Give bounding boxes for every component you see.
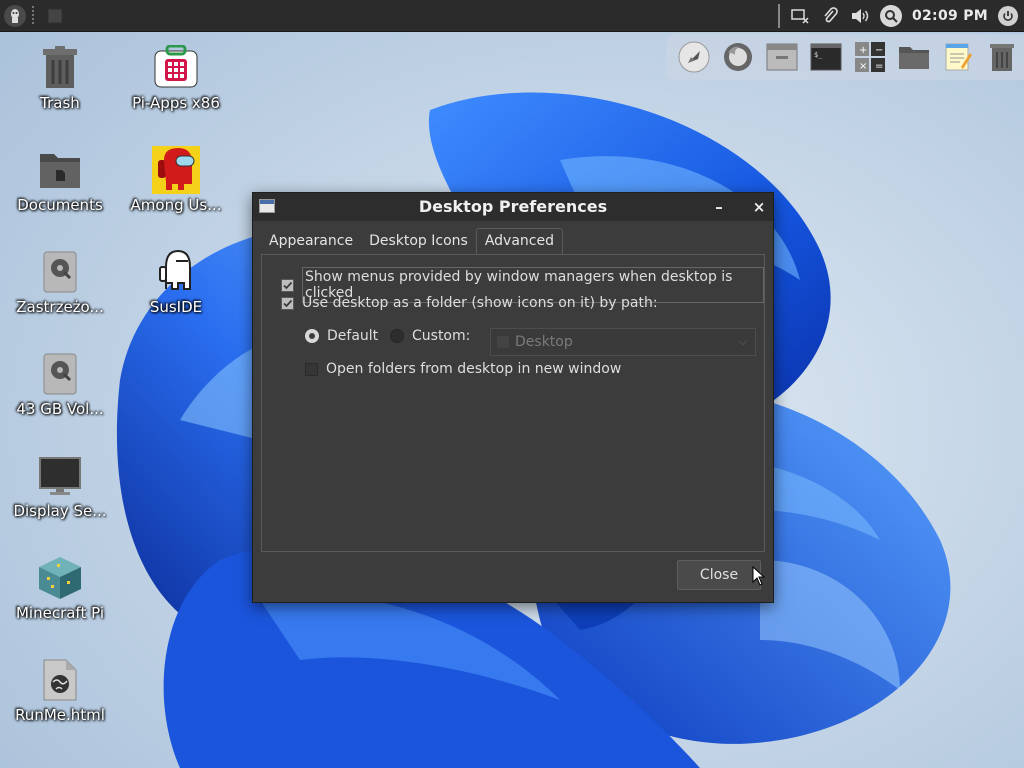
taskbar-stub[interactable] [48, 9, 62, 23]
drive-icon [36, 248, 84, 296]
desktop-preferences-dialog: Desktop Preferences – × Appearance Deskt… [252, 192, 774, 603]
radio-custom-option[interactable]: Custom: [390, 328, 470, 344]
svg-text:×: × [859, 61, 867, 72]
search-icon[interactable] [879, 5, 902, 27]
mouse-cursor-icon [752, 566, 766, 586]
svg-text:=: = [875, 61, 883, 72]
folder-icon [497, 336, 509, 348]
clock[interactable]: 02:09 PM [912, 8, 988, 24]
trash-icon[interactable] [984, 39, 1020, 75]
custom-path-value: Desktop [515, 334, 573, 350]
advanced-tab-panel: Show menus provided by window managers w… [261, 254, 765, 552]
power-icon[interactable] [998, 6, 1018, 26]
folder-icon[interactable] [896, 39, 932, 75]
desktop-icon-label: 43 GB Vol... [16, 400, 104, 418]
tab-desktop-icons[interactable]: Desktop Icons [361, 228, 476, 255]
radio-default-label: Default [327, 328, 379, 344]
text-editor-icon[interactable] [940, 39, 976, 75]
svg-text:−: − [875, 45, 883, 56]
dock: $_ + − × = [666, 34, 1024, 80]
app-menu-icon[interactable] [4, 5, 26, 27]
rocket-launcher-icon[interactable] [676, 39, 712, 75]
desktop-icon-label: Minecraft Pi [15, 604, 104, 622]
calculator-icon[interactable]: + − × = [852, 39, 888, 75]
use-desktop-folder-label: Use desktop as a folder (show icons on i… [302, 295, 658, 311]
open-new-window-checkbox[interactable] [305, 362, 318, 376]
open-new-window-option[interactable]: Open folders from desktop in new window [305, 361, 621, 377]
radio-custom-label: Custom: [412, 328, 471, 344]
pi-apps-icon [152, 44, 200, 92]
folder-icon [36, 146, 84, 194]
desktop-icon-label: Documents [17, 196, 103, 214]
desktop-icon-label: Display Se... [13, 502, 107, 520]
use-desktop-folder-option[interactable]: Use desktop as a folder (show icons on i… [281, 295, 658, 311]
desktop-icon-display-settings[interactable]: Display Se... [4, 452, 116, 520]
among-us-icon [152, 146, 200, 194]
minimize-button[interactable]: – [709, 197, 729, 217]
clipboard-icon[interactable] [820, 6, 840, 26]
top-panel: 02:09 PM [0, 0, 1024, 32]
desktop-icon-label: Among Us... [130, 196, 222, 214]
desktop-icon-label: Trash [40, 94, 80, 112]
tab-bar: Appearance Desktop Icons Advanced [261, 227, 563, 255]
monitor-icon [36, 452, 84, 500]
use-desktop-folder-checkbox[interactable] [281, 296, 294, 310]
open-new-window-label: Open folders from desktop in new window [326, 361, 622, 377]
dialog-titlebar[interactable]: Desktop Preferences – × [253, 193, 773, 221]
firefox-icon[interactable] [720, 39, 756, 75]
desktop-icon-documents[interactable]: Documents [4, 146, 116, 214]
chevron-down-icon: ⌵ [738, 335, 747, 348]
radio-default-option[interactable]: Default [305, 328, 378, 344]
show-menus-checkbox[interactable] [281, 278, 294, 292]
desktop-icon-runme-html[interactable]: RunMe.html [4, 656, 116, 724]
terminal-icon[interactable]: $_ [808, 39, 844, 75]
desktop-icon-suside[interactable]: SusIDE [120, 248, 232, 316]
custom-path-combo[interactable]: Desktop ⌵ [490, 328, 756, 356]
panel-right: 02:09 PM [777, 4, 1018, 28]
desktop-icon-label: Zastrzeżo... [16, 298, 104, 316]
tab-advanced[interactable]: Advanced [475, 228, 563, 255]
drive-icon [36, 350, 84, 398]
panel-left [4, 4, 62, 28]
dialog-title: Desktop Preferences [418, 197, 608, 216]
desktop-icon-label: Pi-Apps x86 [132, 94, 220, 112]
desktop-icon-among-us[interactable]: Among Us... [120, 146, 232, 214]
radio-custom[interactable] [390, 329, 404, 343]
panel-separator [777, 4, 780, 28]
radio-default[interactable] [305, 329, 319, 343]
volume-icon[interactable] [850, 6, 870, 26]
panel-separator [32, 6, 34, 26]
close-button[interactable]: Close [677, 560, 761, 590]
desktop-icon-43gb-volume[interactable]: 43 GB Vol... [4, 350, 116, 418]
minecraft-icon [36, 554, 84, 602]
desktop-icon-minecraft-pi[interactable]: Minecraft Pi [4, 554, 116, 622]
trash-icon [36, 44, 84, 92]
close-window-button[interactable]: × [749, 197, 769, 217]
html-file-icon [36, 656, 84, 704]
desktop-icon-pi-apps[interactable]: Pi-Apps x86 [120, 44, 232, 112]
tab-appearance[interactable]: Appearance [261, 228, 361, 255]
svg-text:$_: $_ [814, 51, 823, 59]
desktop-icon-label: RunMe.html [15, 706, 105, 724]
desktop-icon-zastrzezone[interactable]: Zastrzeżo... [4, 248, 116, 316]
desktop-icon-label: SusIDE [149, 298, 203, 316]
svg-text:+: + [859, 45, 867, 56]
desktop-icon-trash[interactable]: Trash [4, 44, 116, 112]
file-manager-icon[interactable] [764, 39, 800, 75]
susIDE-icon [152, 248, 200, 296]
screen-capture-icon[interactable] [790, 6, 810, 26]
